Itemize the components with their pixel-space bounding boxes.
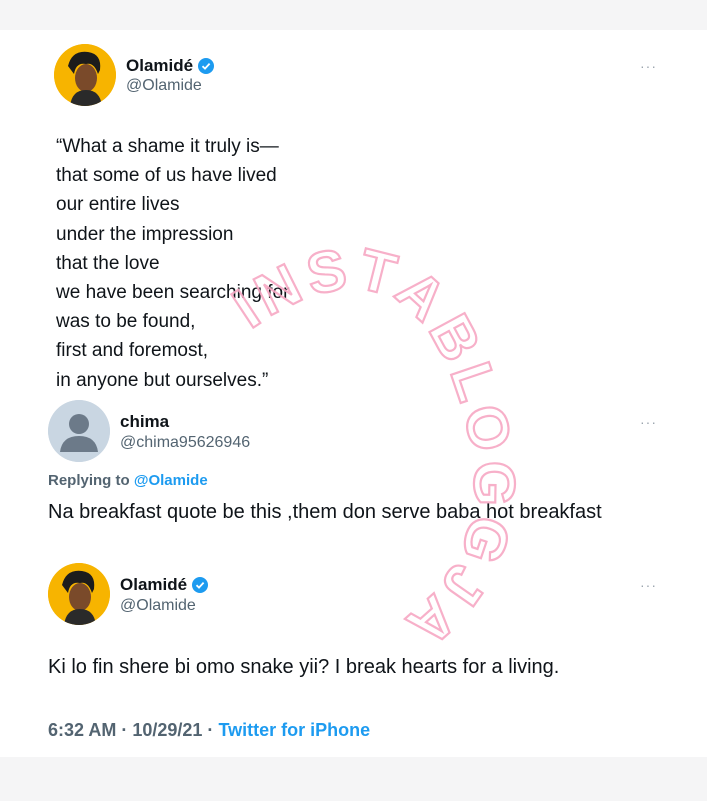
quote-line: we have been searching for	[56, 282, 290, 304]
quote-line: our entire lives	[56, 194, 180, 216]
tweet1-display-name[interactable]: Olamidé	[126, 56, 193, 76]
tweet2-handle[interactable]: @chima95626946	[120, 434, 250, 452]
quote-line: first and foremost,	[56, 340, 209, 362]
verified-badge-icon	[192, 577, 209, 593]
replying-mention-link[interactable]: @Olamide	[134, 472, 208, 489]
quote-line: under the impression	[56, 223, 234, 245]
tweet-source-link[interactable]: Twitter for iPhone	[218, 720, 370, 740]
default-profile-icon	[48, 400, 110, 462]
tweet3-text: Ki lo fin shere bi omo snake yii? I brea…	[48, 656, 560, 678]
tweet-timestamp[interactable]: 6:32 AM · 10/29/21 ·	[48, 720, 213, 740]
quote-line: that the love	[56, 252, 160, 274]
tweet2-name-row: chima	[120, 412, 169, 432]
tweet1-handle[interactable]: @Olamide	[126, 77, 202, 95]
tweet3-name-row: Olamidé	[120, 575, 209, 595]
tweet3-display-name[interactable]: Olamidé	[120, 575, 187, 595]
verified-badge-icon	[198, 58, 215, 74]
tweet1-text: “What a shame it truly is— that some of …	[56, 132, 289, 395]
quote-line: that some of us have lived	[56, 165, 277, 187]
replying-to-label: Replying to @Olamide	[48, 472, 208, 489]
person-illustration-icon	[48, 563, 110, 625]
more-options-icon[interactable]: ···	[640, 414, 657, 430]
chima-avatar[interactable]	[48, 400, 110, 462]
tweet3-handle[interactable]: @Olamide	[120, 597, 196, 615]
person-illustration-icon	[54, 44, 116, 106]
tweet1-name-row: Olamidé	[126, 56, 215, 76]
quote-line: was to be found,	[56, 311, 196, 333]
more-options-icon[interactable]: ···	[640, 577, 657, 593]
olamide-avatar[interactable]	[54, 44, 116, 106]
quote-line: in anyone but ourselves.”	[56, 369, 269, 391]
olamide-avatar[interactable]	[48, 563, 110, 625]
tweet2-display-name[interactable]: chima	[120, 412, 169, 432]
tweet-thread-card: Olamidé @Olamide ··· “What a shame it tr…	[0, 30, 707, 757]
quote-line: “What a shame it truly is—	[56, 136, 279, 157]
more-options-icon[interactable]: ···	[640, 58, 657, 74]
replying-prefix: Replying to	[48, 472, 130, 489]
tweet2-text: Na breakfast quote be this ,them don ser…	[48, 501, 602, 523]
tweet-metadata: 6:32 AM · 10/29/21 · Twitter for iPhone	[48, 720, 370, 741]
